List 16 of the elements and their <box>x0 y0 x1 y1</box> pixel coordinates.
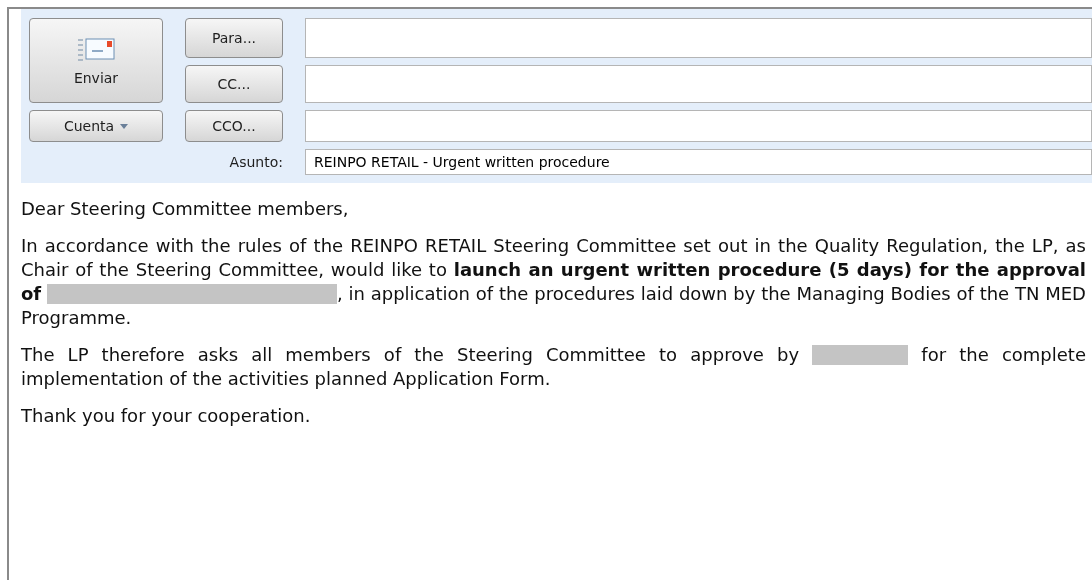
subject-field[interactable]: REINPO RETAIL - Urgent written procedure <box>305 149 1092 175</box>
paragraph: In accordance with the rules of the REINPO RETAIL Steering Committee set out in the Quality Regulation, the LP, as Chair of the Steering Committee, would like to launch an urgent written procedure (5 days) for the approval of , in application of the procedures laid down by the Managing Bodies of the TN MED Programme. <box>21 234 1086 330</box>
recipient-button[interactable]: Para... <box>185 18 283 58</box>
recipient-field[interactable] <box>305 110 1092 142</box>
envelope-icon <box>76 35 116 62</box>
paragraph: Dear Steering Committee members, <box>21 197 350 221</box>
recipient-button[interactable]: CC... <box>185 65 283 103</box>
paragraph: The LP therefore asks all members of the Steering Committee to approve by for the complete implementation of the activities planned Application Form. <box>21 343 1086 391</box>
paragraph: Thank you for your cooperation. <box>21 404 312 428</box>
subject-label: Asunto: <box>229 154 283 170</box>
recipient-field[interactable] <box>305 65 1092 103</box>
send-button[interactable]: Enviar <box>29 18 163 103</box>
recipient-button[interactable]: CCO... <box>185 110 283 142</box>
account-dropdown[interactable]: Cuenta <box>29 110 163 142</box>
recipient-field[interactable] <box>305 18 1092 58</box>
caret-icon <box>120 123 129 129</box>
